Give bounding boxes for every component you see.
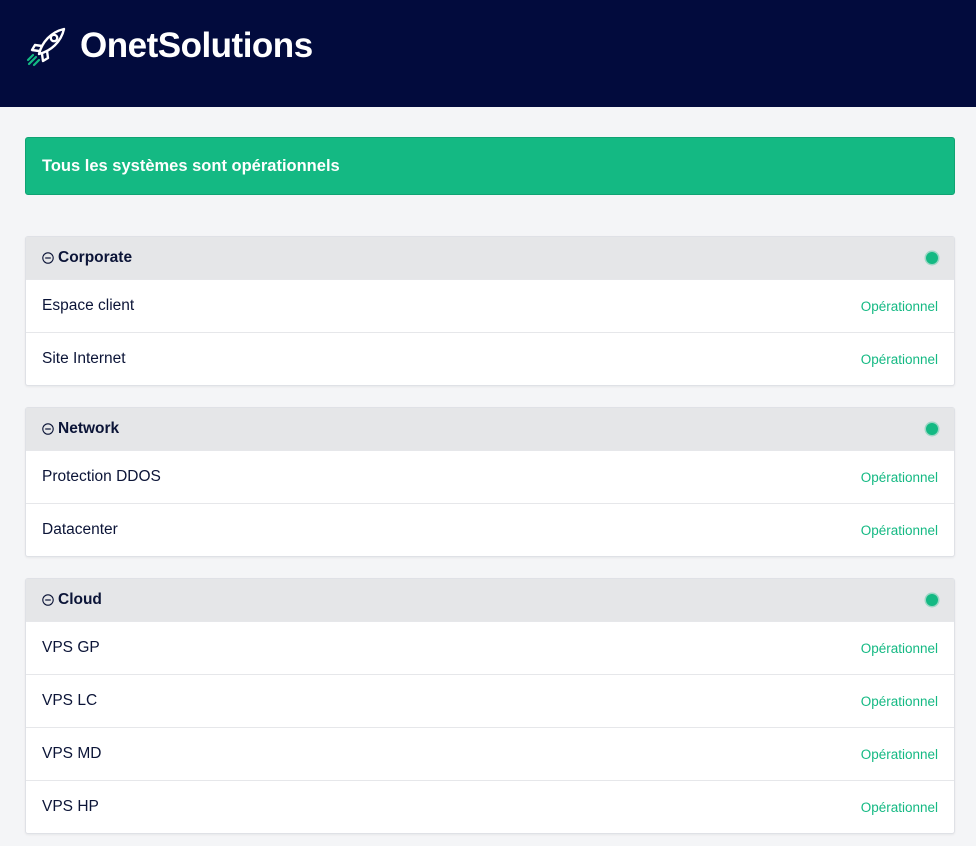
group-status-dot — [926, 423, 938, 435]
component-name: Protection DDOS — [42, 468, 161, 485]
group-status-dot — [926, 252, 938, 264]
component-status: Opérationnel — [860, 746, 938, 762]
component-row: VPS HP Opérationnel — [26, 780, 954, 833]
component-status: Opérationnel — [860, 640, 938, 656]
component-row: VPS MD Opérationnel — [26, 727, 954, 780]
collapse-icon[interactable] — [42, 252, 54, 264]
component-name: Site Internet — [42, 350, 126, 367]
group-title: Network — [58, 420, 120, 437]
site-header: OnetSolutions — [0, 0, 976, 107]
component-name: VPS MD — [42, 745, 102, 762]
component-row: Espace client Opérationnel — [26, 279, 954, 332]
component-row: Site Internet Opérationnel — [26, 332, 954, 385]
overall-status-text: Tous les systèmes sont opérationnels — [42, 156, 340, 175]
group-title-wrap: Corporate — [42, 249, 132, 267]
collapse-icon[interactable] — [42, 423, 54, 435]
component-group-network: Network Protection DDOS Opérationnel Dat… — [25, 407, 955, 557]
component-row: VPS LC Opérationnel — [26, 674, 954, 727]
component-name: VPS HP — [42, 798, 99, 815]
component-row: VPS GP Opérationnel — [26, 621, 954, 674]
group-status-dot — [926, 594, 938, 606]
group-title: Corporate — [58, 249, 133, 266]
component-name: Espace client — [42, 297, 135, 314]
component-row: Protection DDOS Opérationnel — [26, 450, 954, 503]
component-row: Datacenter Opérationnel — [26, 503, 954, 556]
group-header[interactable]: Network — [26, 408, 954, 450]
component-name: VPS LC — [42, 692, 98, 709]
component-status: Opérationnel — [860, 522, 938, 538]
component-group-cloud: Cloud VPS GP Opérationnel VPS LC Opérati… — [25, 578, 955, 834]
group-header[interactable]: Cloud — [26, 579, 954, 621]
component-status: Opérationnel — [860, 469, 938, 485]
component-status: Opérationnel — [860, 693, 938, 709]
brand-name: OnetSolutions — [80, 25, 313, 65]
group-title: Cloud — [58, 591, 102, 608]
status-page-main: Tous les systèmes sont opérationnels Cor… — [0, 107, 976, 834]
component-name: Datacenter — [42, 521, 118, 538]
component-status: Opérationnel — [860, 351, 938, 367]
overall-status-banner: Tous les systèmes sont opérationnels — [25, 137, 955, 195]
component-name: VPS GP — [42, 639, 100, 656]
component-status: Opérationnel — [860, 298, 938, 314]
rocket-icon — [26, 27, 66, 66]
component-group-corporate: Corporate Espace client Opérationnel Sit… — [25, 236, 955, 386]
group-title-wrap: Cloud — [42, 591, 102, 609]
component-status: Opérationnel — [860, 799, 938, 815]
group-header[interactable]: Corporate — [26, 237, 954, 279]
collapse-icon[interactable] — [42, 594, 54, 606]
brand-logo[interactable]: OnetSolutions — [24, 23, 313, 69]
group-title-wrap: Network — [42, 420, 119, 438]
